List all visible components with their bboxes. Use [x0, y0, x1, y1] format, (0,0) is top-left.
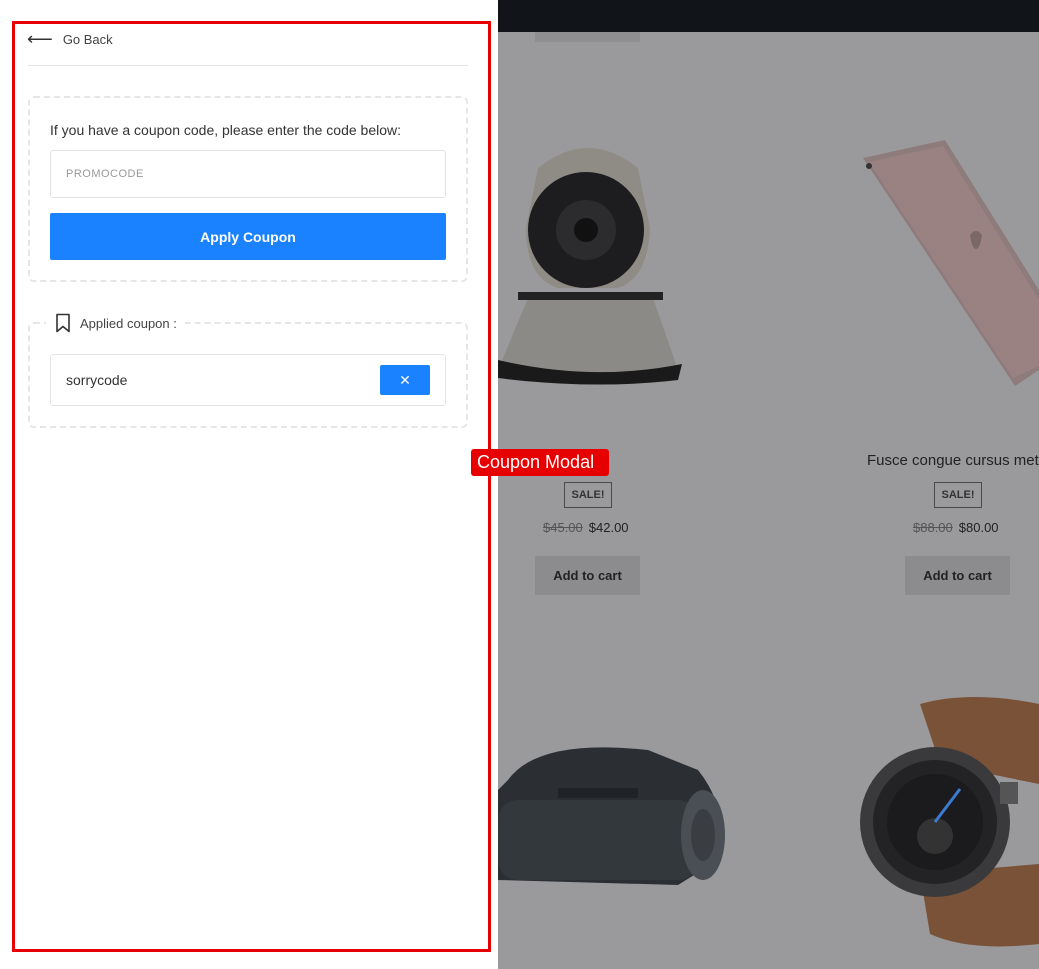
divider	[28, 65, 468, 66]
old-price: $45.00	[543, 520, 583, 535]
go-back-button[interactable]: ⟵ Go Back	[27, 30, 113, 48]
old-price: $88.00	[913, 520, 953, 535]
product-price: $88.00 $80.00	[913, 520, 999, 535]
speaker-product-image	[498, 747, 725, 885]
applied-coupon-label: Applied coupon :	[80, 315, 177, 331]
shop-background: r turpis SALE! $45.00$42.00 Add to cart …	[498, 0, 1039, 969]
add-to-cart-button-partial	[535, 32, 640, 42]
applied-coupon-legend: Applied coupon :	[46, 313, 185, 333]
sale-price: $42.00	[588, 520, 629, 535]
product-price: $45.00 $42.00	[543, 520, 629, 535]
coupon-prompt: If you have a coupon code, please enter …	[50, 122, 402, 138]
apply-coupon-button[interactable]: Apply Coupon	[50, 213, 446, 260]
sale-price: $80.00	[958, 520, 999, 535]
applied-coupon-section: Applied coupon : sorrycode ✕	[28, 313, 468, 428]
remove-coupon-button[interactable]: ✕	[380, 365, 430, 395]
shop-top-bar	[498, 0, 1039, 32]
camera-product-image	[498, 148, 682, 385]
applied-coupon-row: sorrycode ✕	[50, 354, 446, 406]
coupon-modal: ⟵ Go Back If you have a coupon code, ple…	[0, 0, 498, 969]
arrow-left-icon: ⟵	[27, 29, 53, 49]
add-to-cart-button[interactable]: Add to cart	[535, 556, 640, 595]
sale-badge: SALE!	[934, 482, 982, 508]
product-title[interactable]: Fusce congue cursus metu	[867, 452, 1039, 469]
bookmark-icon	[56, 313, 70, 333]
promocode-input[interactable]	[50, 150, 446, 198]
coupon-entry-section: If you have a coupon code, please enter …	[28, 96, 468, 282]
go-back-label: Go Back	[62, 31, 113, 47]
annotation-label: Coupon Modal	[471, 449, 610, 476]
applied-coupon-code: sorrycode	[66, 372, 128, 388]
tablet-product-image	[863, 140, 1039, 386]
add-to-cart-button[interactable]: Add to cart	[905, 556, 1010, 595]
sale-badge: SALE!	[564, 482, 612, 508]
watch-product-image	[860, 697, 1039, 947]
